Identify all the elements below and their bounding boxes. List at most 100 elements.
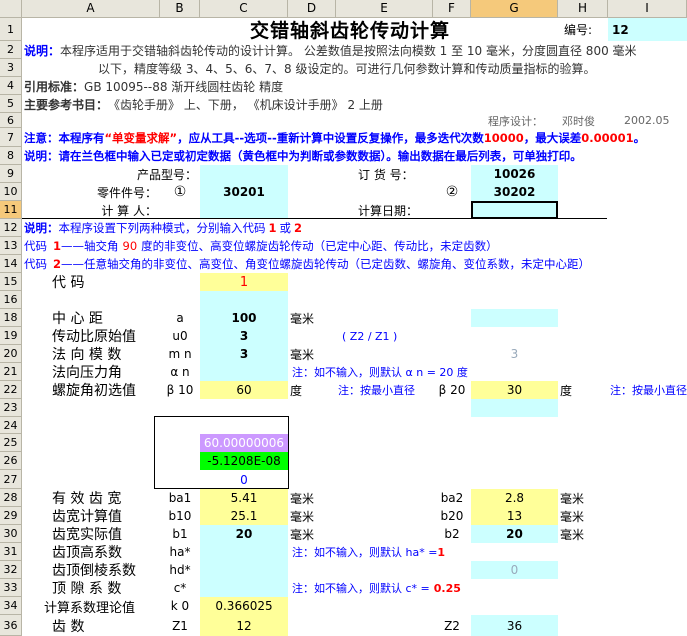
row-header[interactable]: 12 <box>0 219 22 237</box>
center-label: 中 心 距 <box>52 311 103 327</box>
teeth-value1: 12 <box>236 618 252 633</box>
solver-green-cell: -5.1208E-08 <box>200 452 288 470</box>
box-top <box>154 416 288 417</box>
ratio-value[interactable]: 3 <box>200 327 288 345</box>
row-header[interactable]: 31 <box>0 543 22 561</box>
pressure-input[interactable] <box>200 363 288 381</box>
act-width-value2[interactable]: 20 <box>471 525 558 543</box>
helix-sym2: β 20 <box>438 383 466 397</box>
helix-label: 螺旋角初选值 <box>52 383 136 399</box>
mode-row: 说明： 本程序设置下列两种模式，分别输入代码 1 或 2 <box>22 219 687 237</box>
row-header[interactable]: 8 <box>0 147 22 165</box>
product-type-input[interactable] <box>200 165 288 183</box>
row-header[interactable]: 1 <box>0 18 22 41</box>
row-header[interactable]: 28 <box>0 489 22 507</box>
row-header[interactable]: 23 <box>0 399 22 417</box>
row-header[interactable]: 24 <box>0 417 22 434</box>
row-header[interactable]: 4 <box>0 77 22 95</box>
row-header[interactable]: 30 <box>0 525 22 543</box>
chamfer-input[interactable] <box>200 561 288 579</box>
row-header[interactable]: 19 <box>0 327 22 345</box>
helix-value2[interactable]: 30 <box>471 381 558 399</box>
explain-text: 请在兰色框中输入已定或初定数据（黄色框中为判断或参数数据）。输出数据在最后列表，… <box>58 149 582 163</box>
addendum-note-a: 注：如不输入，则默认 ha* = <box>292 546 438 559</box>
g18-fill[interactable] <box>471 309 558 327</box>
note-iter: 10000 <box>483 130 524 145</box>
row-header[interactable]: 14 <box>0 255 22 273</box>
ratio-sym: u0 <box>172 329 188 343</box>
spreadsheet: A B C D E F G H I 1 2 3 4 5 6 7 8 9 10 1… <box>0 0 687 636</box>
helix-value1[interactable]: 60 <box>200 381 288 399</box>
module-g-value: 3 <box>510 347 519 361</box>
calc-date-input[interactable] <box>471 201 558 219</box>
module-sym: m n <box>168 347 192 361</box>
row-header[interactable]: 13 <box>0 237 22 255</box>
id-label: 编号: <box>564 23 593 37</box>
row-header[interactable]: 34 <box>0 597 22 615</box>
row-header[interactable]: 32 <box>0 561 22 579</box>
pressure-note: 注：如不输入，则默认 α n = 20 度 <box>292 366 468 379</box>
id-value[interactable]: 12 <box>610 18 670 41</box>
row-header[interactable]: 15 <box>0 273 22 291</box>
row-header[interactable]: 25 <box>0 434 22 452</box>
act-width-unit2: 毫米 <box>560 527 585 542</box>
chamfer-g-value: 0 <box>510 563 519 577</box>
helix-unit1: 度 <box>290 383 303 398</box>
mode-text-a: 本程序设置下列两种模式，分别输入代码 <box>58 221 266 235</box>
center-value[interactable]: 100 <box>200 309 288 327</box>
row-header[interactable]: 6 <box>0 113 22 128</box>
row-header[interactable]: 36 <box>0 615 22 636</box>
note-text-c: ，应从工具--选项--重新计算中设置反复操作，最多迭代次数 <box>177 130 484 145</box>
module-label: 法 向 模 数 <box>52 347 122 363</box>
row-header[interactable]: 20 <box>0 345 22 363</box>
chamfer-label: 齿顶倒棱系数 <box>52 563 136 579</box>
row-header[interactable]: 3 <box>0 59 22 77</box>
row-header[interactable]: 26 <box>0 452 22 470</box>
code2-num: 2 <box>53 257 62 271</box>
calc-width-value1: 25.1 <box>230 509 258 523</box>
act-width-value1[interactable]: 20 <box>200 525 288 543</box>
calc-person-input[interactable] <box>200 201 288 219</box>
row-header[interactable]: 16 <box>0 291 22 309</box>
row-header[interactable]: 33 <box>0 579 22 597</box>
row-header[interactable]: 22 <box>0 381 22 399</box>
act-width-label: 齿宽实际值 <box>52 527 122 543</box>
circle2-label: ② <box>445 184 459 200</box>
desc-label: 说明： <box>24 43 61 58</box>
col-header-g[interactable]: G <box>471 0 558 18</box>
row-header[interactable]: 29 <box>0 507 22 525</box>
code2-label: 代码 <box>24 257 47 271</box>
module-value[interactable]: 3 <box>200 345 288 363</box>
row-header[interactable]: 7 <box>0 128 22 147</box>
calc-person-label: 计 算 人： <box>101 203 157 218</box>
note-text-d: ，最大误差 <box>523 130 582 145</box>
col-header-a[interactable]: A <box>22 0 160 18</box>
part-no-label: 零件件号： <box>96 185 157 200</box>
row-header[interactable]: 9 <box>0 165 22 183</box>
code1-label: 代码 <box>24 239 47 253</box>
col-header-h[interactable]: H <box>558 0 608 18</box>
page-title: 交错轴斜齿轮传动计算 <box>249 20 450 42</box>
row-header[interactable]: 2 <box>0 41 22 59</box>
col-header-b[interactable]: B <box>160 0 200 18</box>
row-header[interactable]: 27 <box>0 470 22 489</box>
helix-unit2: 度 <box>560 383 573 398</box>
code-row-value[interactable]: 1 <box>200 273 288 291</box>
module-unit: 毫米 <box>290 347 315 362</box>
row-header[interactable]: 11 <box>0 201 22 219</box>
note-text-b: “单变量求解” <box>104 130 178 145</box>
col-header-i[interactable]: I <box>608 0 687 18</box>
row-header[interactable]: 18 <box>0 309 22 327</box>
clearance-input[interactable] <box>200 579 288 597</box>
addendum-input[interactable] <box>200 543 288 561</box>
corner-select-all[interactable] <box>0 0 22 18</box>
mode-code2: 2 <box>294 221 303 235</box>
g23-fill <box>471 399 558 417</box>
row-header[interactable]: 10 <box>0 183 22 201</box>
row-header[interactable]: 21 <box>0 363 22 381</box>
row-header[interactable]: 5 <box>0 95 22 113</box>
box-right <box>288 416 289 489</box>
clearance-note-b: 0.25 <box>433 581 461 595</box>
designer-name: 邓时俊 <box>562 114 595 128</box>
code1-num: 1 <box>53 239 62 253</box>
